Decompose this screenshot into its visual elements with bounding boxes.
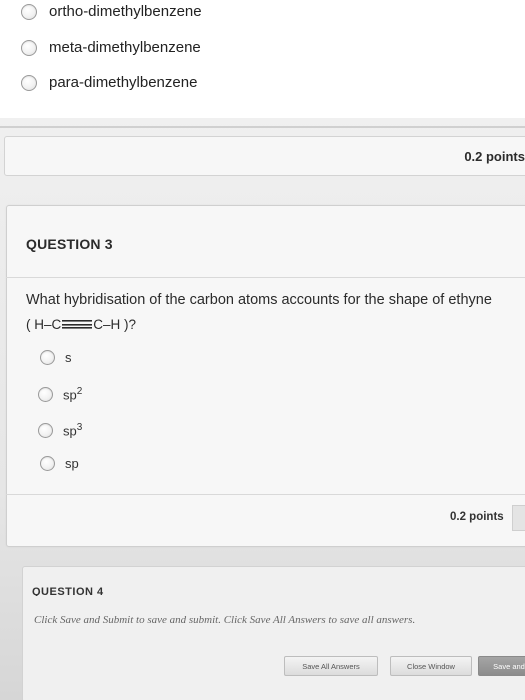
option-s[interactable]: s: [40, 350, 72, 365]
option-label: ortho-dimethylbenzene: [49, 3, 202, 20]
save-answer-button[interactable]: [512, 505, 525, 531]
option-sp2[interactable]: sp2: [38, 386, 82, 402]
radio-button[interactable]: [38, 422, 53, 438]
option-para[interactable]: para-dimethylbenzene: [21, 74, 197, 91]
option-sp[interactable]: sp: [40, 456, 79, 471]
points-label: 0.2 points: [464, 149, 525, 164]
radio-button[interactable]: [21, 39, 37, 56]
radio-button[interactable]: [40, 350, 55, 365]
points-label: 0.2 points: [450, 511, 504, 523]
question-prompt: What hybridisation of the carbon atoms a…: [26, 292, 492, 308]
radio-button[interactable]: [21, 3, 37, 20]
option-label: sp2: [63, 386, 83, 403]
save-and-submit-button[interactable]: Save and: [478, 656, 525, 676]
close-window-button[interactable]: Close Window: [390, 656, 472, 676]
option-label: sp3: [63, 422, 83, 439]
question-title: QUESTION 4: [32, 586, 104, 596]
option-label: para-dimethylbenzene: [49, 74, 198, 91]
radio-button[interactable]: [40, 456, 55, 471]
ethyne-formula: ( H–C C–H )?: [26, 317, 136, 332]
radio-button[interactable]: [38, 386, 53, 402]
option-sp3[interactable]: sp3: [38, 422, 82, 438]
radio-button[interactable]: [21, 74, 37, 91]
save-all-answers-button[interactable]: Save All Answers: [284, 656, 378, 676]
option-label: sp: [65, 456, 79, 471]
option-meta[interactable]: meta-dimethylbenzene: [21, 39, 201, 56]
points-bar: [4, 136, 525, 176]
triple-bond-icon: [62, 320, 93, 329]
assessment-page: ortho-dimethylbenzene meta-dimethylbenze…: [0, 0, 525, 700]
divider: [6, 494, 525, 495]
option-ortho[interactable]: ortho-dimethylbenzene: [21, 3, 202, 20]
question-title: QUESTION 3: [26, 236, 113, 252]
divider: [6, 277, 525, 278]
formula-right: C–H )?: [93, 317, 137, 332]
option-label: meta-dimethylbenzene: [49, 39, 201, 56]
question-3-panel: [6, 205, 525, 547]
option-label: s: [65, 350, 72, 365]
divider: [0, 126, 525, 128]
instructions-note: Click Save and Submit to save and submit…: [34, 614, 416, 626]
formula-left: ( H–C: [26, 317, 62, 332]
